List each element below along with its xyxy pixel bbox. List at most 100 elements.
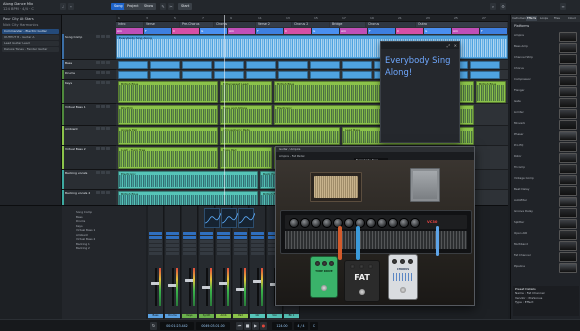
audio-clip[interactable]: British Blue	[118, 81, 218, 103]
mixer-list-row[interactable]: Virtual Bass 2	[76, 237, 95, 241]
insert-slot[interactable]	[200, 248, 213, 251]
edit-icon[interactable]: ✎	[160, 3, 166, 10]
tab-project[interactable]: Project	[124, 3, 142, 10]
midi-clip[interactable]	[214, 61, 244, 69]
browser-item[interactable]: Tricomp	[513, 163, 579, 174]
browser-item[interactable]: Mixverb	[513, 119, 579, 130]
insert-slot[interactable]	[217, 252, 230, 255]
browser-item[interactable]: Channel Strip	[513, 53, 579, 64]
midi-clip[interactable]	[118, 61, 148, 69]
midi-clip[interactable]	[182, 71, 212, 79]
midi-clip[interactable]	[246, 71, 276, 79]
time-signature[interactable]: 4 / 4	[294, 322, 308, 330]
mute-button[interactable]	[96, 147, 100, 150]
mute-button[interactable]	[96, 71, 100, 74]
insert-slot[interactable]	[183, 244, 196, 247]
channel-strip[interactable]: Drums	[165, 206, 181, 320]
amp-knob[interactable]	[289, 218, 299, 228]
solo-button[interactable]	[101, 35, 105, 38]
midi-clip[interactable]	[246, 61, 276, 69]
insert-slot[interactable]	[217, 244, 230, 247]
audio-clip[interactable]: Electronic	[118, 171, 258, 189]
scissors-icon[interactable]: ✂	[168, 3, 174, 10]
gear-icon[interactable]: ⚙	[500, 3, 506, 10]
browser-item[interactable]: Multiband	[513, 240, 579, 251]
midi-clip[interactable]	[118, 71, 148, 79]
browser-item[interactable]: Splitter	[513, 218, 579, 229]
record-icon[interactable]: ●	[260, 322, 267, 330]
solo-button[interactable]	[101, 191, 105, 194]
channel-strip[interactable]: Keys	[182, 206, 198, 320]
midi-clip[interactable]	[150, 61, 180, 69]
insert-slot[interactable]	[166, 232, 179, 235]
insert-slot[interactable]	[183, 252, 196, 255]
browser-tab[interactable]: Effects	[526, 16, 538, 21]
browser-item[interactable]: Compressor	[513, 75, 579, 86]
inspector-preset-1[interactable]: OUTPUT 8 - Guitar A	[2, 34, 59, 40]
audio-clip[interactable]: Bass and Atmos	[220, 105, 272, 125]
audio-clip[interactable]: British Blue	[476, 81, 506, 103]
amp-knob[interactable]	[366, 218, 376, 228]
midi-clip[interactable]	[310, 71, 340, 79]
insert-slot[interactable]	[234, 244, 247, 247]
midi-clip[interactable]	[470, 61, 500, 69]
browser-item[interactable]: Pro EQ	[513, 141, 579, 152]
insert-slot[interactable]	[183, 240, 196, 243]
timeline-ruler[interactable]: 1 3 5 7 9 11 13 15 17 19 21 23 25 27	[116, 15, 508, 22]
pedal-chorus[interactable]: CHORUS	[388, 254, 418, 300]
browser-item[interactable]: Ampire	[513, 31, 579, 42]
solo-button[interactable]	[101, 105, 105, 108]
midi-clip[interactable]	[182, 61, 212, 69]
browser-tab[interactable]: Cloud	[568, 16, 576, 21]
track-header[interactable]: Keys	[62, 80, 116, 104]
browser-item[interactable]: Pipeline	[513, 262, 579, 273]
browser-item[interactable]: Groove Delay	[513, 207, 579, 218]
browser-item[interactable]: Open AIR	[513, 229, 579, 240]
eq-display[interactable]	[238, 208, 255, 228]
record-arm-button[interactable]	[106, 71, 110, 74]
inspector-preset-2[interactable]: Lead Guitar Lead	[2, 40, 59, 46]
insert-slot[interactable]	[234, 240, 247, 243]
footswitch[interactable]	[321, 285, 327, 291]
midi-clip[interactable]	[310, 61, 340, 69]
main-amp[interactable]: VC30	[280, 210, 472, 254]
insert-slot[interactable]	[251, 248, 264, 251]
browser-item[interactable]: Flanger	[513, 86, 579, 97]
solo-button[interactable]	[101, 71, 105, 74]
metronome-icon[interactable]: ♩	[60, 3, 66, 10]
small-amp[interactable]	[310, 172, 362, 202]
browser-item[interactable]: Rotor	[513, 152, 579, 163]
patch-cable-blue[interactable]	[356, 226, 360, 260]
record-arm-button[interactable]	[106, 61, 110, 64]
amp-knob[interactable]	[410, 218, 420, 228]
patch-cable-blue-2[interactable]	[436, 226, 439, 256]
audio-clip[interactable]: Lush - Funk Tree	[118, 147, 218, 169]
mute-button[interactable]	[96, 191, 100, 194]
pedal-fat[interactable]: FAT	[344, 260, 380, 302]
midi-clip[interactable]	[342, 61, 372, 69]
track-header[interactable]: Virtual Bass 1	[62, 104, 116, 126]
insert-slot[interactable]	[200, 240, 213, 243]
start-button[interactable]: Start	[178, 3, 193, 10]
eq-display[interactable]	[204, 208, 221, 228]
rewind-icon[interactable]: ⏮	[236, 322, 243, 330]
audio-clip[interactable]: Angels Fall	[118, 127, 218, 145]
mute-button[interactable]	[96, 61, 100, 64]
insert-slot[interactable]	[183, 232, 196, 235]
track-header[interactable]: Ambient	[62, 126, 116, 146]
amp-knob[interactable]	[344, 218, 354, 228]
mixer-list-row[interactable]: Bass	[76, 215, 83, 219]
track-header[interactable]: Bass	[62, 60, 116, 70]
mixer-list-row[interactable]: Drums	[76, 219, 85, 223]
loop-icon[interactable]: ↻	[150, 322, 157, 330]
search-icon[interactable]: ⌕	[490, 3, 496, 10]
amp-knob[interactable]	[388, 218, 398, 228]
insert-slot[interactable]	[234, 252, 247, 255]
browser-item[interactable]: Limiter	[513, 108, 579, 119]
insert-slot[interactable]	[217, 236, 230, 239]
snap-icon[interactable]: ⌁	[68, 3, 74, 10]
amp-knob[interactable]	[322, 218, 332, 228]
audio-clip[interactable]: Rhythm	[118, 105, 218, 125]
tab-show[interactable]: Show	[141, 3, 157, 10]
midi-clip[interactable]	[214, 71, 244, 79]
